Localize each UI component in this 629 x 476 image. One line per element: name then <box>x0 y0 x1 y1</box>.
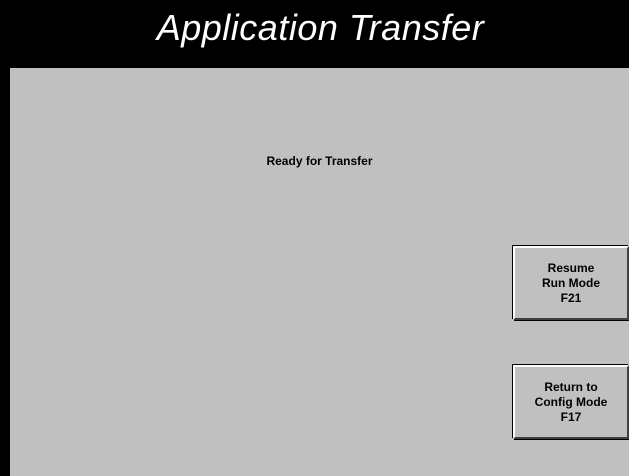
status-message: Ready for Transfer <box>266 154 373 168</box>
page-title: Application Transfer <box>156 7 485 48</box>
resume-button-key: F21 <box>560 290 582 305</box>
content-panel: Ready for Transfer Resume Run Mode F21 R… <box>10 68 629 476</box>
return-to-config-mode-button[interactable]: Return to Config Mode F17 <box>513 365 629 439</box>
application-transfer-screen: Application Transfer Ready for Transfer … <box>0 0 629 476</box>
resume-button-line2: Run Mode <box>542 275 600 290</box>
config-button-key: F17 <box>560 409 582 424</box>
resume-run-mode-button[interactable]: Resume Run Mode F21 <box>513 246 629 320</box>
config-button-line1: Return to <box>544 379 598 394</box>
resume-button-line1: Resume <box>547 260 595 275</box>
title-bar: Application Transfer <box>0 0 629 68</box>
config-button-line2: Config Mode <box>534 394 608 409</box>
